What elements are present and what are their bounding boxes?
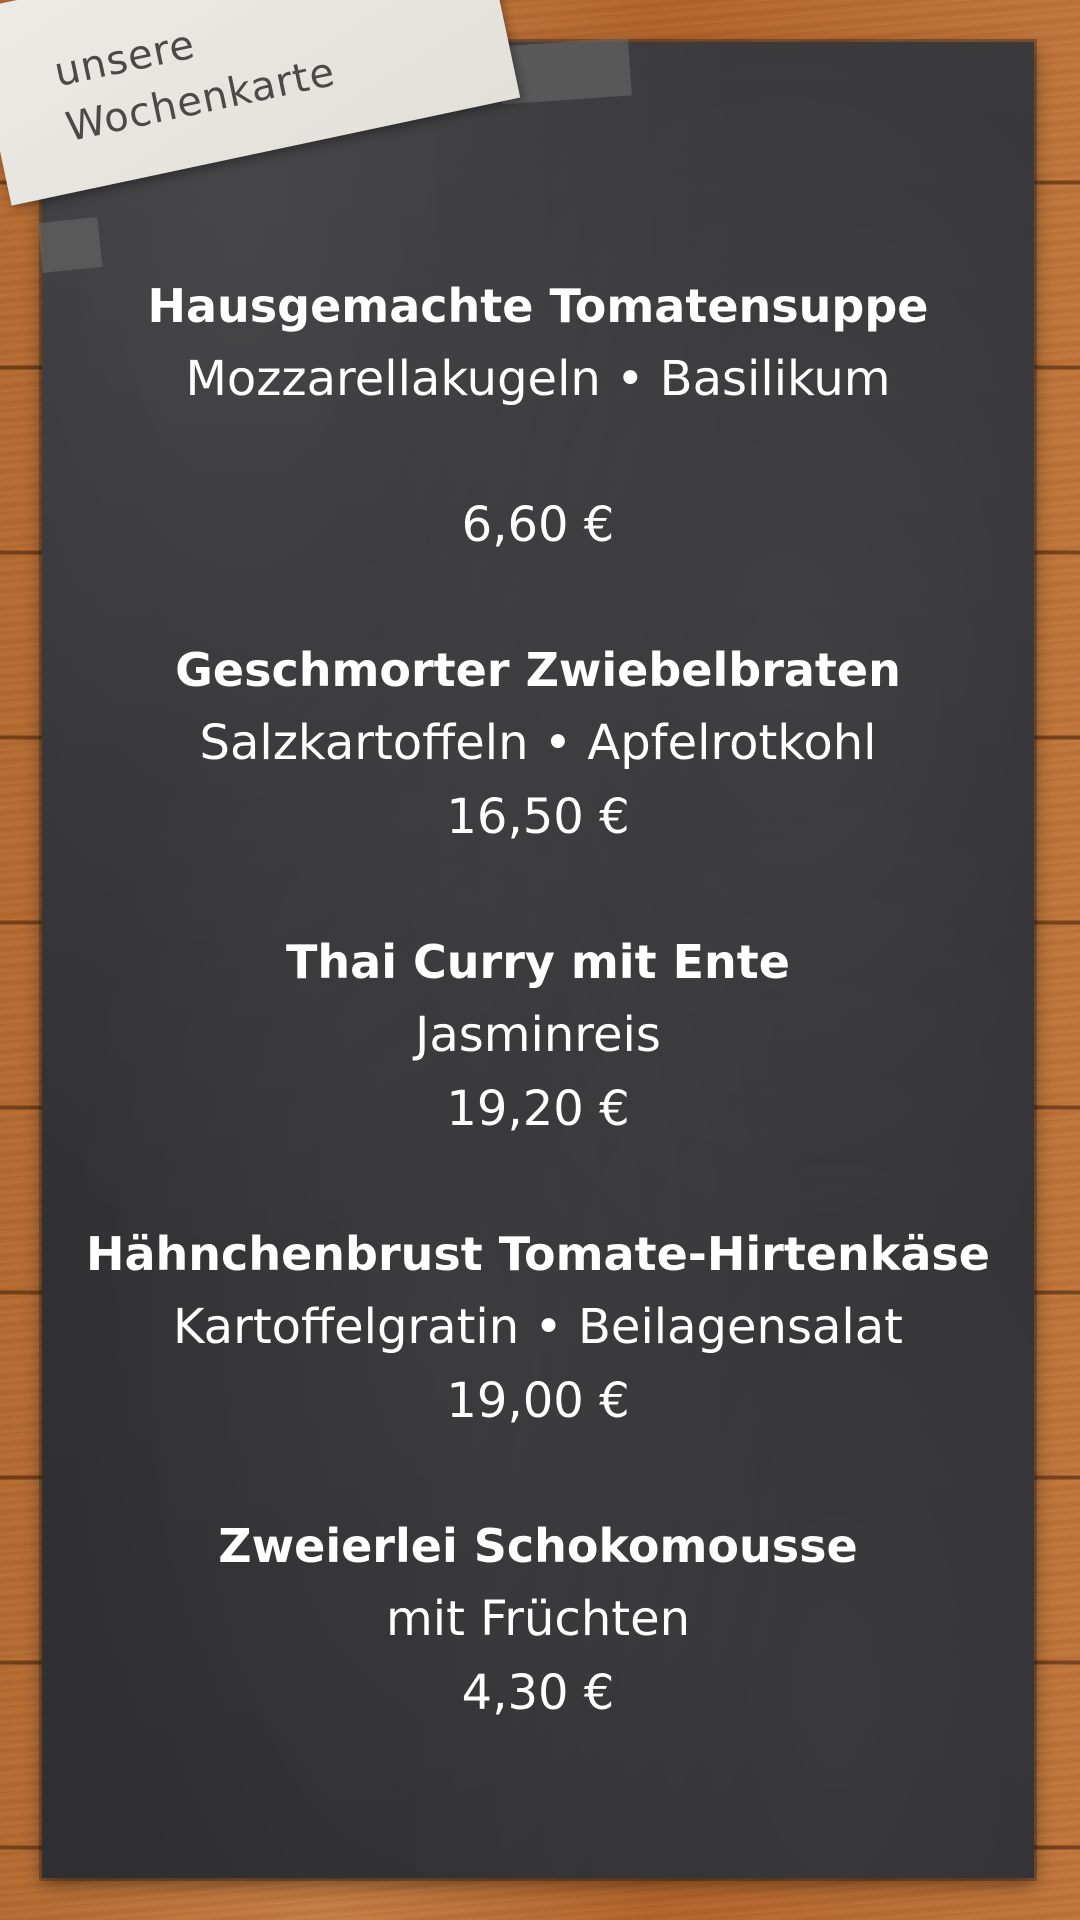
menu-item: Geschmorter Zwiebelbraten Salzkartoffeln… [42, 634, 1034, 854]
dish-description: Jasminreis [415, 1007, 661, 1063]
menu-list: Hausgemachte Tomatensuppe Mozzarellakuge… [42, 270, 1034, 1730]
dish-description: Kartoffelgratin • Beilagensalat [173, 1299, 903, 1355]
dish-description: mit Früchten [385, 1591, 691, 1647]
menu-item: Hausgemachte Tomatensuppe Mozzarellakuge… [42, 270, 1034, 562]
dish-price: 4,30 € [461, 1665, 615, 1721]
dish-description: Salzkartoffeln • Apfelrotkohl [199, 715, 877, 771]
dish-description: Mozzarellakugeln • Basilikum [185, 351, 891, 407]
dish-price: 6,60 € [461, 497, 615, 553]
dish-name: Geschmorter Zwiebelbraten [175, 643, 901, 697]
menu-item: Hähnchenbrust Tomate-Hirtenkäse Kartoffe… [42, 1218, 1034, 1438]
dish-name: Hähnchenbrust Tomate-Hirtenkäse [86, 1227, 990, 1281]
note-title: unsere Wochenkarte [49, 0, 340, 156]
dish-price: 19,00 € [446, 1373, 630, 1429]
dish-price: 16,50 € [446, 789, 630, 845]
dish-name: Zweierlei Schokomousse [218, 1519, 858, 1573]
menu-item: Thai Curry mit Ente Jasminreis 19,20 € [42, 926, 1034, 1146]
tape-strip [37, 217, 103, 273]
dish-name: Thai Curry mit Ente [286, 935, 790, 989]
dish-price: 19,20 € [446, 1081, 630, 1137]
dish-name: Hausgemachte Tomatensuppe [147, 279, 929, 333]
menu-item: Zweierlei Schokomousse mit Früchten 4,30… [42, 1510, 1034, 1730]
